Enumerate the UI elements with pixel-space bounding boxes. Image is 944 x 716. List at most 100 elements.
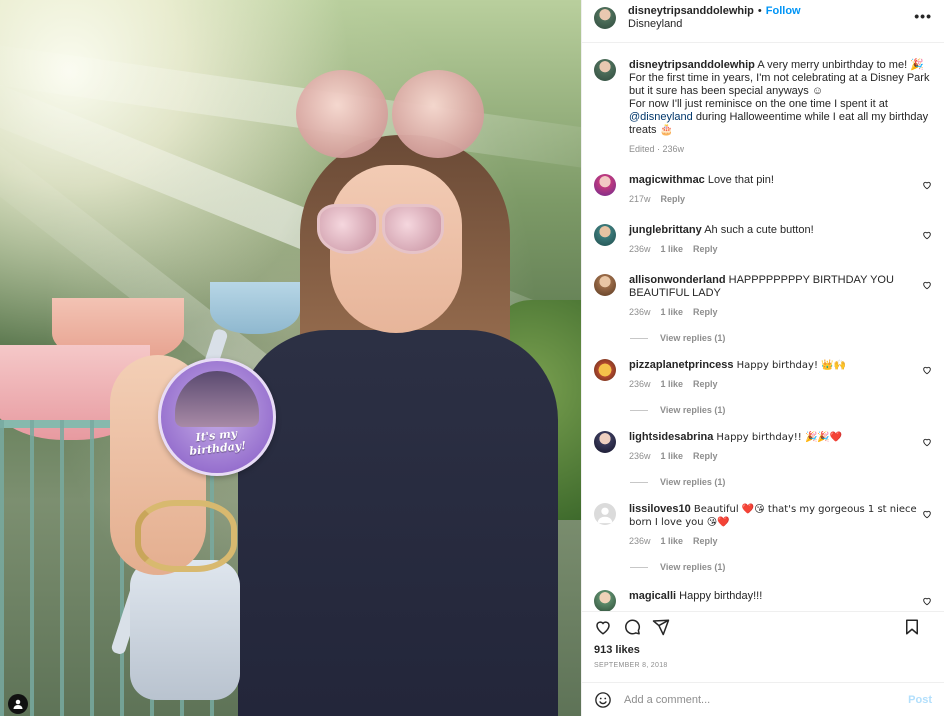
avatar[interactable] xyxy=(594,431,616,453)
emoji-icon[interactable] xyxy=(594,691,612,709)
caption-meta: Edited · 236w xyxy=(629,144,685,154)
bracelets xyxy=(135,500,237,572)
comment-text: Ah such a cute button! xyxy=(704,224,814,236)
heart-icon[interactable] xyxy=(922,180,932,190)
likes-count[interactable]: 1 like xyxy=(661,536,684,546)
mouse-ear-right xyxy=(392,70,484,158)
heart-icon[interactable] xyxy=(594,618,612,636)
reply-button[interactable]: Reply xyxy=(693,379,718,389)
heart-icon[interactable] xyxy=(922,596,932,606)
divider xyxy=(630,566,648,568)
comment-time: 236w xyxy=(629,451,651,461)
post-sidebar: disneytripsanddolewhip • Follow Disneyland… xyxy=(581,0,944,716)
caption-line: A very merry unbirthday to me! 🎉 xyxy=(757,59,924,71)
comment-input[interactable] xyxy=(622,692,909,707)
bag xyxy=(130,560,240,700)
comment-text: Happy birthday!!! xyxy=(679,590,763,602)
comment-text: Happy birthday! 👑🙌 xyxy=(736,360,847,371)
view-replies-button[interactable]: View replies (1) xyxy=(630,562,932,572)
reply-button[interactable]: Reply xyxy=(661,194,686,204)
view-replies-label: View replies (1) xyxy=(660,405,726,415)
view-replies-label: View replies (1) xyxy=(660,333,726,343)
view-replies-button[interactable]: View replies (1) xyxy=(630,477,932,487)
comment: magicwithmac Love that pin! 217w Reply xyxy=(594,174,932,206)
comment-icon[interactable] xyxy=(623,618,641,636)
add-comment-bar: Post xyxy=(582,682,944,716)
avatar[interactable] xyxy=(594,7,616,29)
heart-icon[interactable] xyxy=(922,509,932,519)
comment-time: 236w xyxy=(629,307,651,317)
separator: • xyxy=(757,5,762,17)
avatar[interactable] xyxy=(594,359,616,381)
reply-button[interactable]: Reply xyxy=(693,244,718,254)
comment-username[interactable]: pizzaplanetprincess xyxy=(629,359,734,371)
avatar[interactable] xyxy=(594,174,616,196)
divider xyxy=(630,481,648,483)
user-icon xyxy=(13,699,23,709)
likes-count[interactable]: 1 like xyxy=(661,307,684,317)
caption: disneytripsanddolewhip A very merry unbi… xyxy=(594,59,932,156)
mouse-ear-left xyxy=(296,70,388,158)
lens xyxy=(382,204,444,254)
reply-button[interactable]: Reply xyxy=(693,536,718,546)
view-replies-label: View replies (1) xyxy=(660,477,726,487)
comment-time: 236w xyxy=(629,379,651,389)
comment-username[interactable]: junglebrittany xyxy=(629,224,702,236)
username[interactable]: disneytripsanddolewhip xyxy=(628,5,754,17)
comment: pizzaplanetprincess Happy birthday! 👑🙌 2… xyxy=(594,359,932,391)
likes-count[interactable]: 1 like xyxy=(661,451,684,461)
caption-line: For the first time in years, I'm not cel… xyxy=(629,72,930,97)
likes-count[interactable]: 1 like xyxy=(661,379,684,389)
comments-list[interactable]: disneytripsanddolewhip A very merry unbi… xyxy=(582,42,944,611)
post-button[interactable]: Post xyxy=(908,694,932,706)
comment-time: 217w xyxy=(629,194,651,204)
comment-username[interactable]: magicalli xyxy=(629,590,676,602)
likes-count[interactable]: 913 likes xyxy=(582,642,944,658)
shirt xyxy=(238,330,558,716)
comment-username[interactable]: lightsidesabrina xyxy=(629,431,713,443)
divider xyxy=(630,337,648,339)
heart-icon[interactable] xyxy=(922,365,932,375)
action-bar xyxy=(582,611,944,642)
share-icon[interactable] xyxy=(652,618,670,636)
avatar[interactable] xyxy=(594,274,616,296)
tagged-users-button[interactable] xyxy=(8,694,28,714)
comment-username[interactable]: allisonwonderland xyxy=(629,274,726,286)
more-options-icon[interactable]: ••• xyxy=(914,8,932,24)
post-photo[interactable]: It's my birthday! xyxy=(0,0,581,716)
location[interactable]: Disneyland xyxy=(628,18,801,31)
view-replies-button[interactable]: View replies (1) xyxy=(630,405,932,415)
post-date: SEPTEMBER 8, 2018 xyxy=(594,662,668,669)
comment: allisonwonderland HAPPPPPPPPY BIRTHDAY Y… xyxy=(594,274,932,319)
caption-username[interactable]: disneytripsanddolewhip xyxy=(629,59,755,71)
comment: magicalli Happy birthday!!! xyxy=(594,590,932,611)
comment-time: 236w xyxy=(629,536,651,546)
caption-line: For now I'll just reminisce on the one t… xyxy=(629,98,888,110)
mention-link[interactable]: @disneyland xyxy=(629,111,693,123)
likes-count[interactable]: 1 like xyxy=(661,244,684,254)
lens xyxy=(317,204,379,254)
heart-icon[interactable] xyxy=(922,230,932,240)
follow-button[interactable]: Follow xyxy=(766,5,801,17)
avatar[interactable] xyxy=(594,590,616,611)
comment-username[interactable]: magicwithmac xyxy=(629,174,705,186)
default-avatar-icon xyxy=(597,507,613,524)
bookmark-icon[interactable] xyxy=(903,618,921,636)
reply-button[interactable]: Reply xyxy=(693,451,718,461)
comment-text: Happy birthday!! 🎉🎉❤️ xyxy=(716,432,843,443)
view-replies-button[interactable]: View replies (1) xyxy=(630,333,932,343)
sunglasses xyxy=(312,204,444,254)
comment: junglebrittany Ah such a cute button! 23… xyxy=(594,224,932,256)
avatar[interactable] xyxy=(594,503,616,525)
heart-icon[interactable] xyxy=(922,437,932,447)
avatar[interactable] xyxy=(594,224,616,246)
pin-photo xyxy=(175,371,259,427)
comment: lissiloves10 Beautiful ❤️😘 that's my gor… xyxy=(594,503,932,548)
avatar[interactable] xyxy=(594,59,616,81)
comment-username[interactable]: lissiloves10 xyxy=(629,503,691,515)
divider xyxy=(630,409,648,411)
comment-time: 236w xyxy=(629,244,651,254)
comment-text: Love that pin! xyxy=(707,174,774,186)
reply-button[interactable]: Reply xyxy=(693,307,718,317)
heart-icon[interactable] xyxy=(922,280,932,290)
